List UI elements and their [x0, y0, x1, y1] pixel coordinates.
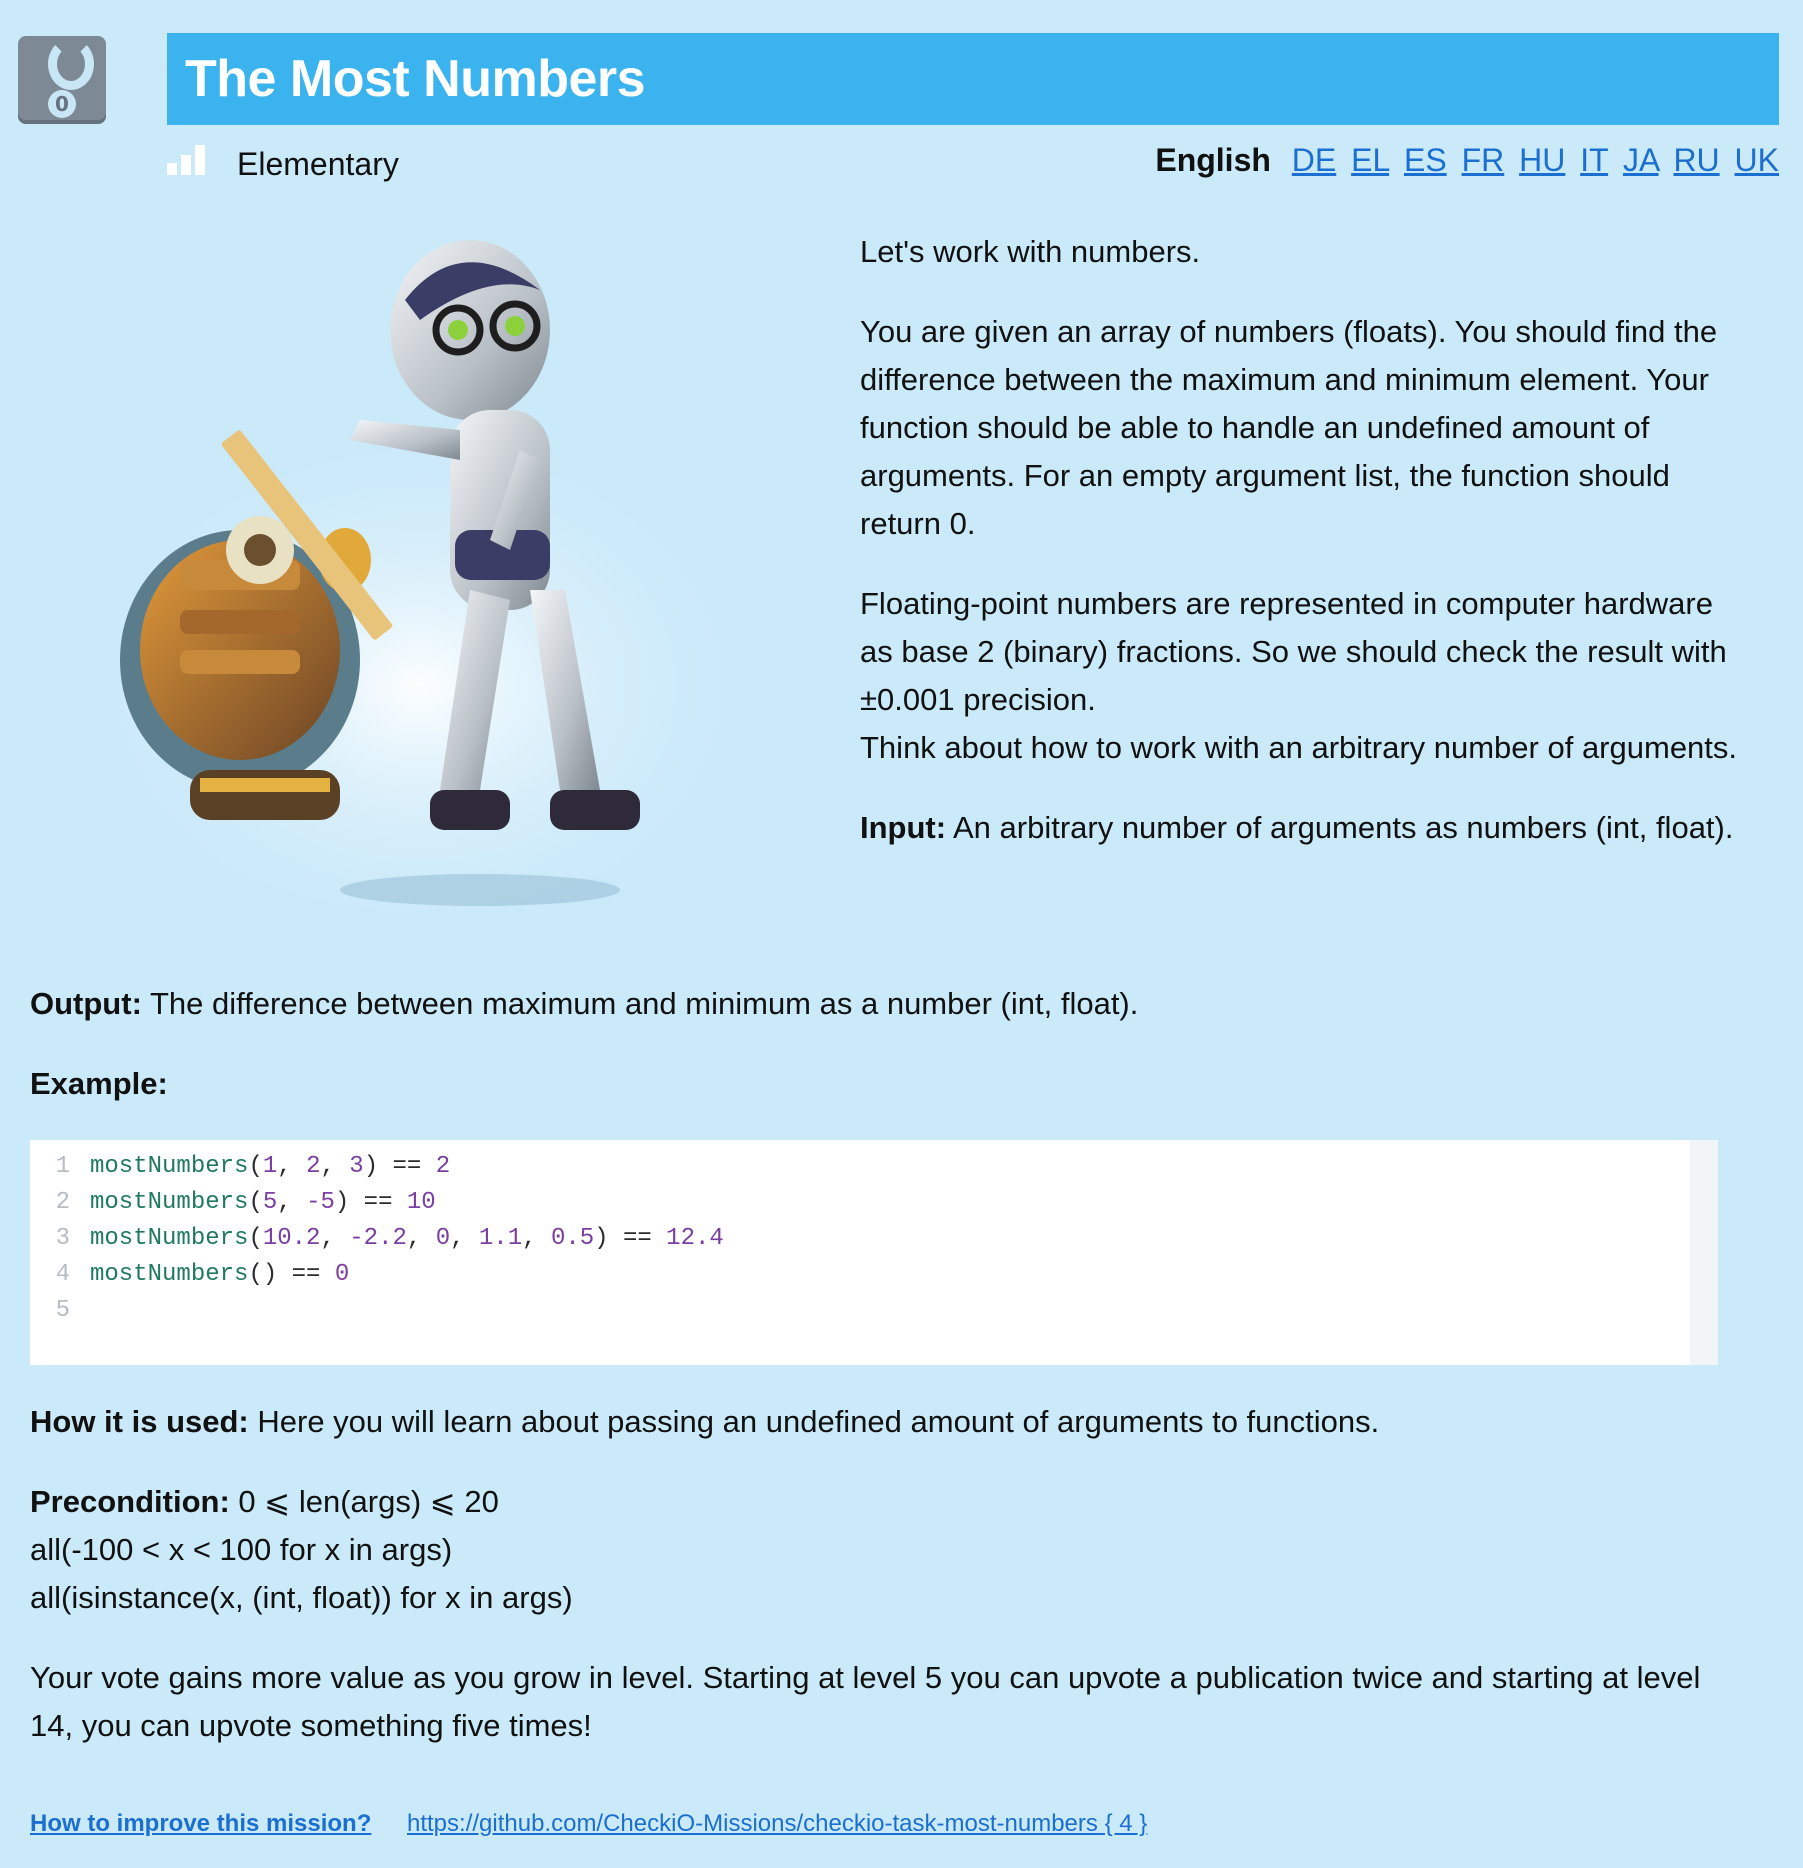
language-link-es[interactable]: ES [1404, 142, 1447, 178]
difficulty-label: Elementary [237, 146, 399, 182]
language-link-fr[interactable]: FR [1462, 142, 1505, 178]
input-paragraph: Input: An arbitrary number of arguments … [860, 804, 1740, 852]
language-link-hu[interactable]: HU [1519, 142, 1565, 178]
precision-paragraph: Floating-point numbers are represented i… [860, 580, 1740, 772]
mission-description: Let's work with numbers. You are given a… [860, 228, 1740, 884]
input-text: An arbitrary number of arguments as numb… [952, 810, 1734, 845]
language-link-uk[interactable]: UK [1735, 142, 1779, 178]
precondition-line-3: all(isinstance(x, (int, float)) for x in… [30, 1580, 573, 1615]
language-link-de[interactable]: DE [1292, 142, 1336, 178]
code-line: 4 mostNumbers() == 0 [55, 1261, 350, 1288]
improve-mission-link[interactable]: How to improve this mission? [30, 1810, 371, 1837]
code-line: 2 mostNumbers(5, -5) == 10 [55, 1189, 436, 1216]
precision-text: Floating-point numbers are represented i… [860, 586, 1727, 717]
language-link-it[interactable]: IT [1580, 142, 1608, 178]
vote-info-paragraph: Your vote gains more value as you grow i… [30, 1654, 1750, 1750]
vote-text: Your vote gains more value as you grow i… [30, 1660, 1701, 1743]
intro-paragraph: Let's work with numbers. [860, 234, 1201, 269]
repo-count: { 4 } [1104, 1810, 1148, 1837]
language-link-el[interactable]: EL [1351, 142, 1389, 178]
language-link-ja[interactable]: JA [1623, 142, 1659, 178]
current-language: English [1155, 142, 1271, 178]
page-title: The Most Numbers [185, 50, 646, 108]
output-paragraph: Output: The difference between maximum a… [30, 980, 1750, 1028]
title-bar: The Most Numbers [167, 33, 1779, 125]
arbitrary-args-text: Think about how to work with an arbitrar… [860, 730, 1738, 765]
how-used-label: How it is used: [30, 1404, 249, 1439]
checkio-logo-icon[interactable]: 0 [18, 36, 106, 124]
how-used-text: Here you will learn about passing an und… [257, 1404, 1380, 1439]
code-line: 5 [55, 1297, 70, 1324]
precondition-line-1: 0 ⩽ len(args) ⩽ 20 [238, 1484, 499, 1519]
language-link-ru[interactable]: RU [1673, 142, 1719, 178]
precondition-line-2: all(-100 < x < 100 for x in args) [30, 1532, 453, 1567]
code-example-editor[interactable]: 1 mostNumbers(1, 2, 3) == 2 2 mostNumbers(… [30, 1140, 1718, 1365]
input-label: Input: [860, 810, 947, 845]
code-line: 3 mostNumbers(10.2, -2.2, 0, 1.1, 0.5) ==… [55, 1225, 724, 1252]
example-label: Example: [30, 1066, 168, 1101]
code-line: 1 mostNumbers(1, 2, 3) == 2 [55, 1153, 451, 1180]
mission-page: 0 The Most Numbers Elementary English DE… [0, 0, 1803, 1868]
github-repo-link[interactable]: https://github.com/CheckiO-Missions/chec… [407, 1810, 1147, 1838]
how-used-paragraph: How it is used: Here you will learn abou… [30, 1398, 1750, 1446]
precondition-paragraph: Precondition: 0 ⩽ len(args) ⩽ 20 all(-10… [30, 1478, 1750, 1622]
robots-illustration [60, 240, 780, 910]
precondition-label: Precondition: [30, 1484, 230, 1519]
example-heading: Example: [30, 1060, 1750, 1108]
output-text: The difference between maximum and minim… [149, 986, 1139, 1021]
difficulty-bars-icon [167, 145, 211, 175]
language-switcher: English DE EL ES FR HU IT JA RU UK [1155, 142, 1779, 179]
repo-url: https://github.com/CheckiO-Missions/chec… [407, 1810, 1098, 1837]
mission-footer: How to improve this mission? https://git… [30, 1810, 1147, 1838]
task-paragraph: You are given an array of numbers (float… [860, 314, 1718, 541]
output-label: Output: [30, 986, 142, 1021]
